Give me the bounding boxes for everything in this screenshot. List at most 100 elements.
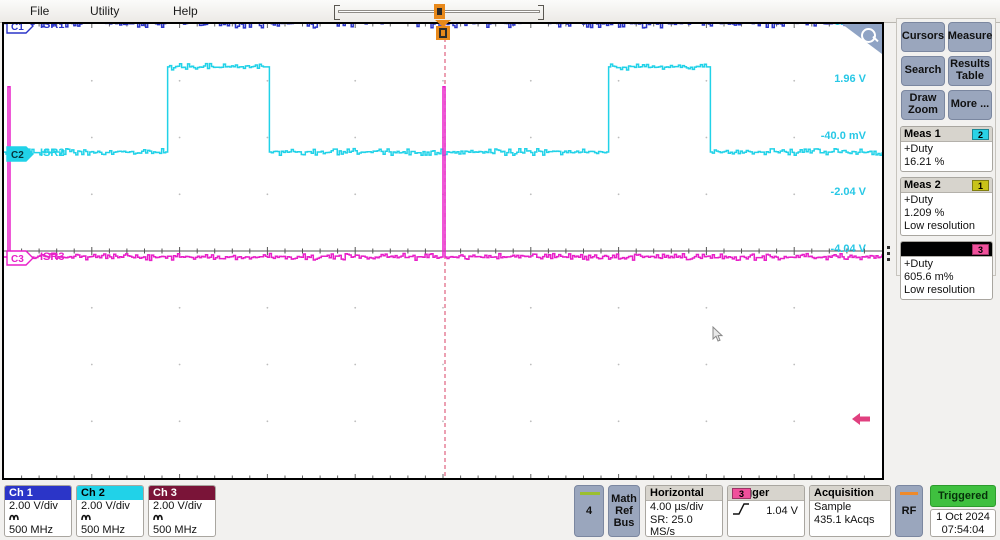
ac-coupling-icon	[153, 512, 211, 524]
trigger-t-icon	[436, 26, 450, 40]
trigger-body: 1.04 V	[728, 503, 804, 519]
measurement-badge-1[interactable]: Meas 1 2 +Duty 16.21 %	[900, 126, 993, 172]
acquisition-title: Acquisition	[814, 486, 874, 500]
time-label: 07:54:04	[931, 524, 995, 537]
meas3-source-chip: 3	[972, 244, 989, 255]
meas3-type: +Duty	[904, 258, 989, 271]
channel-4-button[interactable]: 4	[574, 485, 604, 537]
channel-pointer-c3[interactable]: C3ISR3	[6, 249, 36, 267]
ch2-body: 2.00 V/div 500 MHz	[77, 500, 143, 536]
menu-item-help[interactable]: Help	[165, 3, 206, 19]
measurement-badge-3[interactable]: 3 +Duty 605.6 m% Low resolution	[900, 241, 993, 300]
svg-text:C2: C2	[11, 150, 24, 161]
trigger-source-chip: 3	[732, 488, 751, 499]
meas2-body: +Duty 1.209 % Low resolution	[901, 193, 992, 235]
meas2-source-chip: 1	[972, 180, 989, 191]
ch4-label: 4	[586, 505, 592, 517]
cursors-button[interactable]: Cursors	[901, 22, 945, 52]
menu-item-file[interactable]: File	[22, 3, 57, 19]
svg-text:C3: C3	[11, 254, 24, 265]
draw-zoom-corner-button[interactable]	[842, 24, 882, 54]
panel-drag-handle[interactable]	[884, 243, 892, 267]
menu-bar: File Utility Help	[0, 0, 1000, 23]
oscilloscope-screen: File Utility Help	[0, 0, 1000, 540]
ac-coupling-icon	[81, 512, 139, 524]
channel-badge-ch1[interactable]: Ch 1 2.00 V/div 500 MHz	[4, 485, 72, 537]
ch1-header: Ch 1	[5, 486, 71, 500]
meas1-source-chip: 2	[972, 129, 989, 140]
ch1-body: 2.00 V/div 500 MHz	[5, 500, 71, 536]
svg-text:C1: C1	[11, 24, 24, 33]
results-table-button[interactable]: Results Table	[948, 56, 992, 86]
rf-button[interactable]: RF	[895, 485, 923, 537]
math-ref-bus-button[interactable]: Math Ref Bus	[608, 485, 640, 537]
pointer-tag-icon: C2	[6, 145, 36, 163]
measure-button[interactable]: Measure	[948, 22, 992, 52]
rf-label: RF	[902, 505, 917, 517]
waveform-svg	[4, 24, 882, 478]
pointer-tag-icon: C3	[6, 249, 36, 267]
ch1-bandwidth: 500 MHz	[9, 524, 67, 536]
measurement-badge-2[interactable]: Meas 2 1 +Duty 1.209 % Low resolution	[900, 177, 993, 236]
meas2-note: Low resolution	[904, 220, 989, 233]
acquisition-count: 435.1 kAcqs	[814, 514, 886, 527]
voltage-label: 1.96 V	[834, 73, 866, 85]
acquisition-settings[interactable]: Acquisition Sample 435.1 kAcqs	[809, 485, 891, 537]
channel-badge-ch2[interactable]: Ch 2 2.00 V/div 500 MHz	[76, 485, 144, 537]
mouse-cursor-icon	[712, 326, 724, 343]
waveform-display[interactable]: 7.96 V5.96 V3.96 V1.96 V-40.0 mV-2.04 V-…	[2, 22, 884, 480]
horizontal-title: Horizontal	[650, 486, 704, 500]
horizontal-settings[interactable]: Horizontal 4.00 µs/div SR: 25.0 MS/s RL:…	[645, 485, 723, 537]
acquisition-body: Sample 435.1 kAcqs	[810, 501, 890, 526]
horizontal-sample-rate: SR: 25.0 MS/s	[650, 514, 718, 538]
ch3-scale: 2.00 V/div	[153, 500, 211, 512]
search-button[interactable]: Search	[901, 56, 945, 86]
voltage-label: -4.04 V	[831, 243, 866, 255]
ch4-color-rule	[580, 492, 600, 495]
graticule: 7.96 V5.96 V3.96 V1.96 V-40.0 mV-2.04 V-…	[4, 24, 882, 478]
handle-dot	[887, 252, 890, 255]
math-ref-bus-label: Math Ref Bus	[609, 493, 639, 529]
ac-coupling-icon	[9, 512, 67, 524]
meas2-type: +Duty	[904, 194, 989, 207]
right-sidebar: Cursors Measure Search Results Table Dra…	[896, 18, 996, 276]
meas1-body: +Duty 16.21 %	[901, 142, 992, 171]
trigger-settings[interactable]: Trigger 3 1.04 V	[727, 485, 805, 537]
meas3-header: 3	[901, 242, 992, 257]
ch2-scale: 2.00 V/div	[81, 500, 139, 512]
more-button[interactable]: More ...	[948, 90, 992, 120]
meas3-note: Low resolution	[904, 284, 989, 297]
draw-zoom-button[interactable]: Draw Zoom	[901, 90, 945, 120]
meas2-value: 1.209 %	[904, 207, 989, 220]
pan-thumb[interactable]	[434, 4, 445, 19]
pointer-tag-icon: C1	[6, 24, 36, 35]
meas1-value: 16.21 %	[904, 156, 989, 169]
pan-bracket-left	[334, 5, 340, 20]
trace-label-c1: ISR1	[40, 24, 64, 31]
trace-c3	[4, 87, 882, 261]
bottom-control-bar: Ch 1 2.00 V/div 500 MHz Ch 2 2.00 V/div …	[0, 482, 1000, 540]
trigger-level-arrow-icon[interactable]	[852, 412, 870, 426]
handle-dot	[887, 246, 890, 249]
pan-bracket-right	[538, 5, 544, 20]
trace-label-c3: ISR3	[40, 251, 64, 263]
voltage-label: -40.0 mV	[821, 130, 866, 142]
meas3-value: 605.6 m%	[904, 271, 989, 284]
channel-badge-ch3[interactable]: Ch 3 2.00 V/div 500 MHz	[148, 485, 216, 537]
menu-item-utility[interactable]: Utility	[82, 3, 127, 19]
ch3-body: 2.00 V/div 500 MHz	[149, 500, 215, 536]
channel-pointer-c2[interactable]: C2ISR2	[6, 145, 36, 163]
datetime-display: 1 Oct 2024 07:54:04	[930, 509, 996, 537]
meas3-body: +Duty 605.6 m% Low resolution	[901, 257, 992, 299]
ch3-header: Ch 3	[149, 486, 215, 500]
horizontal-scale: 4.00 µs/div	[650, 501, 718, 514]
horizontal-pan-bar[interactable]	[330, 4, 548, 18]
trigger-position-marker[interactable]	[432, 20, 454, 42]
ch1-scale: 2.00 V/div	[9, 500, 67, 512]
meas2-title: Meas 2	[904, 178, 941, 192]
acquisition-header: Acquisition	[810, 486, 890, 501]
channel-pointer-c1[interactable]: C1ISR1	[6, 24, 36, 35]
ch2-bandwidth: 500 MHz	[81, 524, 139, 536]
trigger-status-badge[interactable]: Triggered	[930, 485, 996, 507]
handle-dot	[887, 258, 890, 261]
